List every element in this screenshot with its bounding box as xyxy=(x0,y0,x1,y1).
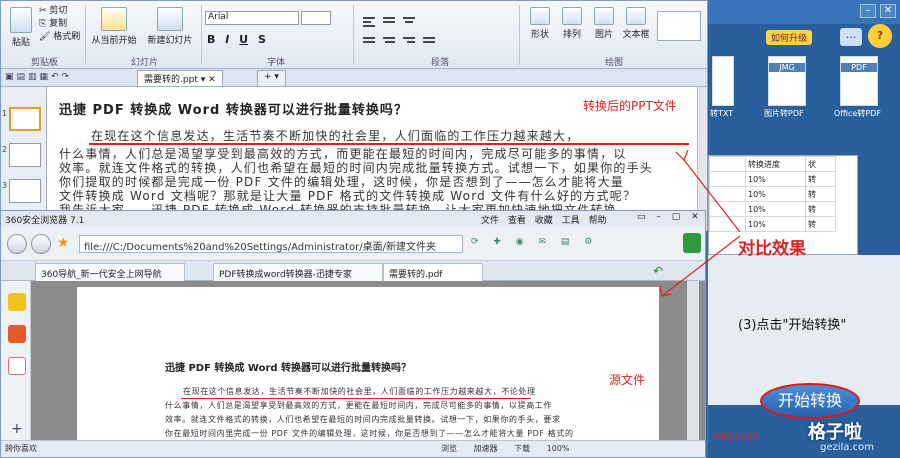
annotation-arrows xyxy=(659,149,741,297)
watermark-logo: 格子啦 xyxy=(808,422,862,443)
watermark-url: gezila.com xyxy=(820,442,874,453)
compare-annotation: 对比效果 xyxy=(738,239,806,259)
